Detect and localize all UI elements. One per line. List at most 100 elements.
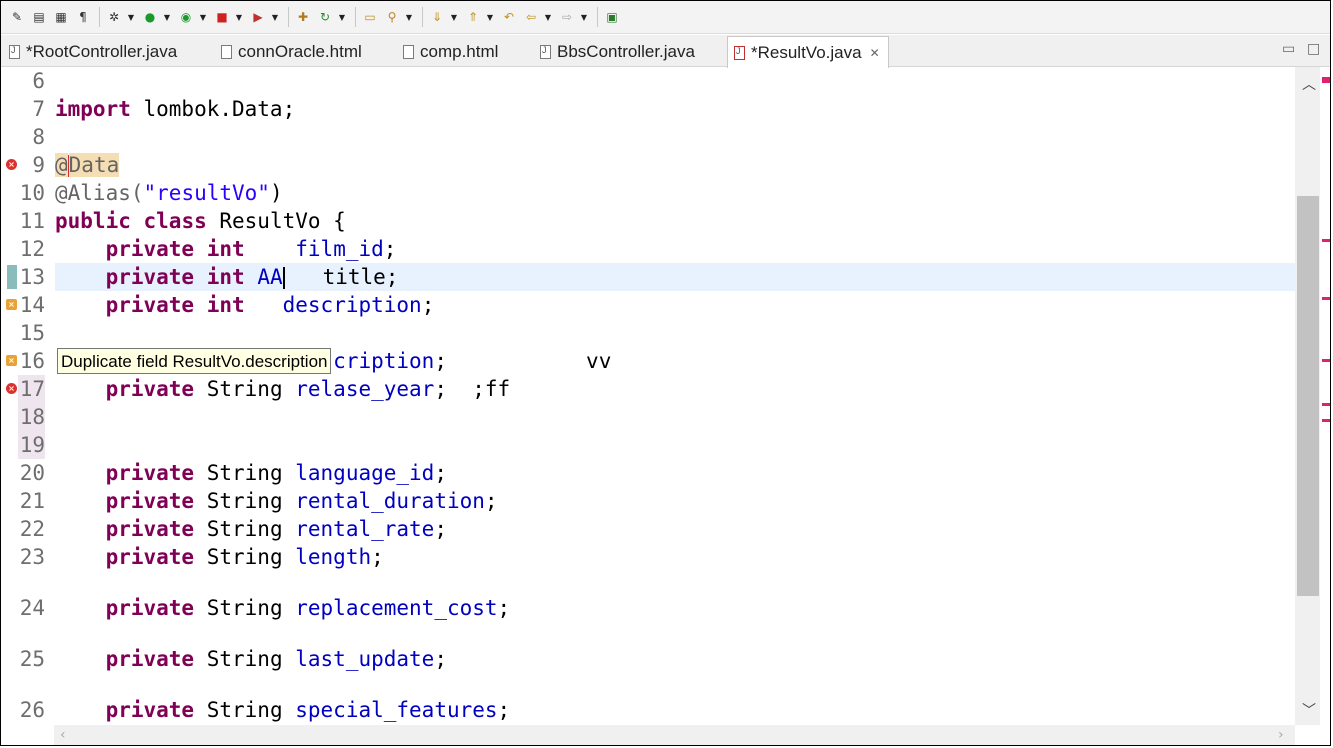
code-line[interactable]: 17 × private String relase_year; ;ff — [1, 375, 1295, 403]
back-icon[interactable]: ⇦ — [521, 7, 541, 27]
code-token: title; — [284, 265, 399, 289]
minimize-icon[interactable]: ▭ — [1282, 41, 1295, 57]
code-line[interactable]: 10 @Alias("resultVo") — [1, 179, 1295, 207]
chevron-down-icon[interactable]: ▼ — [485, 7, 495, 27]
line-number: 23 — [19, 545, 45, 569]
save-all-icon[interactable]: ▤ — [29, 7, 49, 27]
toolbar-separator — [355, 7, 356, 27]
stop-icon[interactable]: ■ — [212, 7, 232, 27]
tab-label: connOracle.html — [238, 41, 362, 61]
code-token: AA — [257, 265, 283, 289]
chevron-down-icon[interactable]: ▼ — [198, 7, 208, 27]
scroll-down-icon[interactable]: ﹀ — [1302, 700, 1316, 720]
tab-comp[interactable]: comp.html — [403, 37, 498, 66]
chevron-down-icon[interactable]: ▼ — [404, 7, 414, 27]
chevron-down-icon[interactable]: ▼ — [270, 7, 280, 27]
overview-marker[interactable] — [1322, 419, 1330, 422]
code-line[interactable]: 25 private String last_update; — [1, 645, 1295, 673]
overview-marker[interactable] — [1322, 403, 1330, 406]
chevron-down-icon[interactable]: ▼ — [234, 7, 244, 27]
code-text: private String last_update; — [55, 645, 447, 673]
save-icon[interactable]: ▦ — [51, 7, 71, 27]
code-line[interactable]: 14 × private int description; — [1, 291, 1295, 319]
error-icon[interactable]: × — [6, 383, 17, 394]
java-file-error-icon — [734, 45, 745, 60]
overview-marker[interactable] — [1322, 297, 1330, 300]
tab-bbscontroller[interactable]: BbsController.java — [540, 37, 695, 66]
code-line[interactable]: 26 private String special_features; — [1, 696, 1295, 724]
code-text: private int description; — [55, 291, 435, 319]
code-line[interactable]: 21 private String rental_duration; — [1, 487, 1295, 515]
run-icon[interactable]: ● — [140, 7, 160, 27]
code-text: private String rental_duration; — [55, 487, 498, 515]
maximize-icon[interactable]: □ — [1307, 41, 1320, 57]
code-editor[interactable]: 6 7 import lombok.Data; 8 9 × @Data 10 @Alias("r… — [1, 67, 1295, 725]
code-token: private — [105, 545, 195, 569]
search-icon[interactable]: ⚲ — [382, 7, 402, 27]
close-icon[interactable]: ✕ — [870, 46, 880, 60]
show-whitespace-icon[interactable]: ¶ — [73, 7, 93, 27]
refresh-icon[interactable]: ↻ — [315, 7, 335, 27]
overview-marker[interactable] — [1322, 359, 1330, 362]
code-line[interactable]: 15 — [1, 319, 1295, 347]
code-token: private — [105, 698, 195, 722]
debug-icon[interactable]: ✲ — [104, 7, 124, 27]
code-line[interactable]: 13 private int AA title; — [1, 263, 1295, 291]
chevron-down-icon[interactable]: ▼ — [162, 7, 172, 27]
chevron-down-icon[interactable]: ▼ — [126, 7, 136, 27]
code-line[interactable]: 18 — [1, 403, 1295, 431]
error-icon[interactable]: × — [6, 159, 17, 170]
chevron-down-icon[interactable]: ▼ — [337, 7, 347, 27]
line-number: 17 — [19, 377, 45, 401]
code-line[interactable]: 6 — [1, 67, 1295, 95]
open-type-icon[interactable]: ▭ — [360, 7, 380, 27]
scroll-up-icon[interactable]: ︿ — [1302, 74, 1316, 94]
line-number: 24 — [19, 596, 45, 620]
overview-error-marker[interactable] — [1322, 77, 1330, 83]
prev-annotation-icon[interactable]: ⇑ — [463, 7, 483, 27]
code-line[interactable]: 7 import lombok.Data; — [1, 95, 1295, 123]
code-token: String — [194, 461, 296, 485]
chevron-down-icon[interactable]: ▼ — [449, 7, 459, 27]
chevron-down-icon[interactable]: ▼ — [543, 7, 553, 27]
quickfix-error-icon[interactable]: × — [6, 355, 17, 366]
code-line[interactable]: 24 private String replacement_cost; — [1, 594, 1295, 622]
code-text: private int film_id; — [55, 235, 397, 263]
code-line[interactable]: 20 private String language_id; — [1, 459, 1295, 487]
forward-icon[interactable]: ⇨ — [557, 7, 577, 27]
line-number: 15 — [19, 321, 45, 345]
tab-resultvo[interactable]: *ResultVo.java ✕ — [727, 36, 889, 68]
code-token: String — [194, 377, 296, 401]
line-number: 13 — [19, 265, 45, 289]
scroll-left-icon[interactable]: ‹ — [60, 727, 66, 743]
code-token: ; — [497, 698, 511, 722]
pin-editor-icon[interactable]: ▣ — [602, 7, 622, 27]
chevron-down-icon[interactable]: ▼ — [579, 7, 589, 27]
code-token: language_id — [295, 461, 435, 485]
code-line[interactable]: 22 private String rental_rate; — [1, 515, 1295, 543]
new-class-icon[interactable]: ✚ — [293, 7, 313, 27]
code-line[interactable]: 19 — [1, 431, 1295, 459]
code-line[interactable]: 12 private int film_id; — [1, 235, 1295, 263]
tab-connoracle[interactable]: connOracle.html — [221, 37, 362, 66]
quickfix-error-icon[interactable]: × — [6, 299, 17, 310]
external-tools-icon[interactable]: ◉ — [176, 7, 196, 27]
overview-ruler[interactable] — [1320, 67, 1330, 725]
skip-breakpoints-icon[interactable]: ▶ — [248, 7, 268, 27]
code-line[interactable]: 9 × @Data — [1, 151, 1295, 179]
scroll-right-icon[interactable]: › — [1278, 727, 1284, 743]
horizontal-scrollbar[interactable] — [54, 725, 1295, 745]
next-annotation-icon[interactable]: ⇓ — [427, 7, 447, 27]
code-line[interactable]: 8 — [1, 123, 1295, 151]
tab-rootcontroller[interactable]: *RootController.java — [9, 37, 177, 66]
code-line[interactable]: 11 public class ResultVo { — [1, 207, 1295, 235]
code-token: private — [105, 293, 195, 317]
code-line[interactable]: 23 private String length; — [1, 543, 1295, 571]
vertical-scroll-thumb[interactable] — [1297, 196, 1319, 596]
overview-marker[interactable] — [1322, 239, 1330, 242]
edit-icon[interactable]: ✎ — [7, 7, 27, 27]
last-edit-icon[interactable]: ↶ — [499, 7, 519, 27]
code-token: ; — [434, 647, 447, 671]
code-text: public class ResultVo { — [55, 207, 346, 235]
